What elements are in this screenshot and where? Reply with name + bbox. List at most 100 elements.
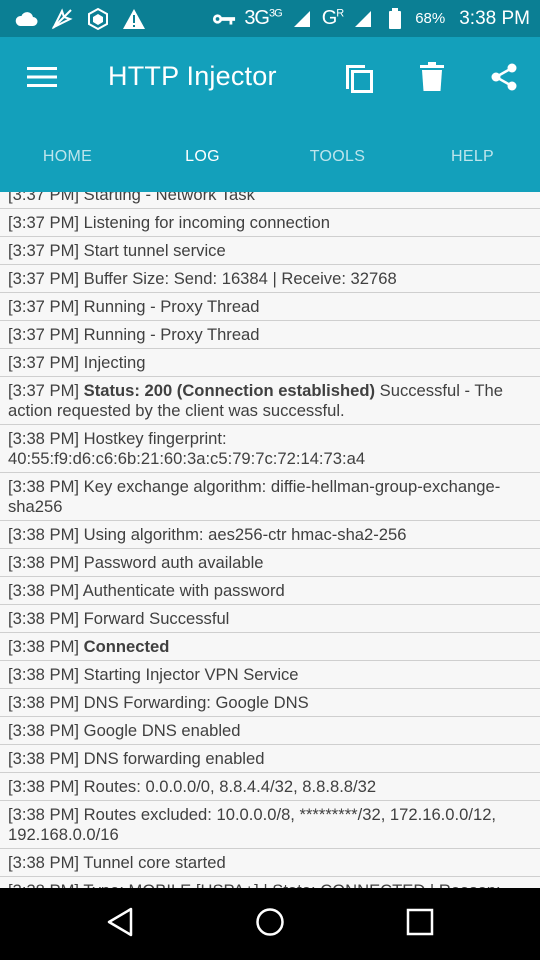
log-timestamp: [3:37 PM] xyxy=(8,381,80,400)
log-entry: [3:37 PM] Buffer Size: Send: 16384 | Rec… xyxy=(0,265,540,293)
log-message: DNS forwarding enabled xyxy=(83,749,265,768)
app-title: HTTP Injector xyxy=(108,61,277,91)
log-timestamp: [3:38 PM] xyxy=(8,429,80,448)
log-entry: [3:38 PM] Authenticate with password xyxy=(0,577,540,605)
log-timestamp: [3:38 PM] xyxy=(8,693,80,712)
log-entry: [3:38 PM] DNS Forwarding: Google DNS xyxy=(0,689,540,717)
status-system-info: 3G3G GR 68% 3:38 PM xyxy=(212,7,530,31)
log-list: [3:37 PM] Starting - Network Task [3:37 P… xyxy=(0,192,540,888)
log-entry: [3:37 PM] Running - Proxy Thread xyxy=(0,321,540,349)
tab-help[interactable]: HELP xyxy=(405,121,540,192)
log-message: Routes: 0.0.0.0/0, 8.8.4.4/32, 8.8.8.8/3… xyxy=(83,777,377,796)
log-entry: [3:37 PM] Starting - Network Task xyxy=(0,192,540,209)
delete-button[interactable] xyxy=(414,61,450,97)
log-message: Type: MOBILE [HSPA+] | State: CONNECTED … xyxy=(8,881,500,888)
log-message: Running - Proxy Thread xyxy=(83,297,260,316)
cloud-icon xyxy=(14,7,38,31)
log-entry: [3:38 PM] Forward Successful xyxy=(0,605,540,633)
app-bar: HTTP Injector xyxy=(0,37,540,121)
status-bar: 3G3G GR 68% 3:38 PM xyxy=(0,0,540,37)
signal-icon xyxy=(290,7,314,31)
log-entry: [3:38 PM] Routes: 0.0.0.0/0, 8.8.4.4/32,… xyxy=(0,773,540,801)
log-message: Buffer Size: Send: 16384 | Receive: 3276… xyxy=(83,269,397,288)
clock: 3:38 PM xyxy=(459,7,530,29)
network-type-3g: 3G3G xyxy=(244,7,282,29)
log-entry: [3:37 PM] Running - Proxy Thread xyxy=(0,293,540,321)
menu-icon xyxy=(27,66,57,92)
log-entry: [3:38 PM] Type: MOBILE [HSPA+] | State: … xyxy=(0,877,540,888)
log-message: Tunnel core started xyxy=(83,853,226,872)
copy-button[interactable] xyxy=(341,61,377,97)
log-timestamp: [3:37 PM] xyxy=(8,297,80,316)
key-icon xyxy=(212,7,236,31)
log-timestamp: [3:37 PM] xyxy=(8,269,80,288)
log-timestamp: [3:38 PM] xyxy=(8,777,80,796)
share-button[interactable] xyxy=(486,61,522,97)
log-timestamp: [3:38 PM] xyxy=(8,637,80,656)
log-entry: [3:38 PM] Starting Injector VPN Service xyxy=(0,661,540,689)
log-message: Listening for incoming connection xyxy=(83,213,330,232)
log-message: DNS Forwarding: Google DNS xyxy=(83,693,309,712)
log-timestamp: [3:38 PM] xyxy=(8,609,80,628)
log-message: Starting - Network Task xyxy=(83,192,255,204)
tab-home[interactable]: HOME xyxy=(0,121,135,192)
navigation-bar xyxy=(0,888,540,960)
log-timestamp: [3:38 PM] xyxy=(8,553,80,572)
log-timestamp: [3:38 PM] xyxy=(8,581,80,600)
home-button[interactable] xyxy=(254,908,286,940)
log-entry: [3:38 PM] Hostkey fingerprint: 40:55:f9:… xyxy=(0,425,540,473)
back-icon xyxy=(106,907,134,941)
log-message: Google DNS enabled xyxy=(83,721,241,740)
back-button[interactable] xyxy=(104,907,136,941)
log-timestamp: [3:38 PM] xyxy=(8,881,79,888)
log-status-emphasis: Status: 200 (Connection established) xyxy=(83,381,376,400)
log-timestamp: [3:38 PM] xyxy=(8,805,80,824)
recents-button[interactable] xyxy=(404,908,436,940)
log-timestamp: [3:38 PM] xyxy=(8,525,80,544)
log-timestamp: [3:38 PM] xyxy=(8,853,80,872)
log-entry: [3:37 PM] Listening for incoming connect… xyxy=(0,209,540,237)
shield-cube-icon xyxy=(86,7,110,31)
delete-icon xyxy=(420,62,444,96)
home-icon xyxy=(255,907,285,941)
log-message: Routes excluded: 10.0.0.0/8, *********/3… xyxy=(8,805,497,844)
warning-icon xyxy=(122,7,146,31)
tab-tools[interactable]: TOOLS xyxy=(270,121,405,192)
log-timestamp: [3:37 PM] xyxy=(8,241,80,260)
log-entry: [3:38 PM] Connected xyxy=(0,633,540,661)
battery-percentage: 68% xyxy=(415,10,446,27)
tab-log[interactable]: LOG xyxy=(135,121,270,192)
network-type-g: GR xyxy=(321,7,345,29)
log-entry: [3:38 PM] Key exchange algorithm: diffie… xyxy=(0,473,540,521)
log-entry: [3:37 PM] Start tunnel service xyxy=(0,237,540,265)
log-timestamp: [3:38 PM] xyxy=(8,721,80,740)
menu-button[interactable] xyxy=(26,63,58,95)
log-message: Key exchange algorithm: diffie-hellman-g… xyxy=(8,477,501,516)
log-message: Password auth available xyxy=(83,553,264,572)
log-entry: [3:37 PM] Status: 200 (Connection establ… xyxy=(0,377,540,425)
log-message: Authenticate with password xyxy=(82,581,285,600)
copy-icon xyxy=(343,60,375,98)
log-status-emphasis: Connected xyxy=(83,637,170,656)
log-timestamp: [3:37 PM] xyxy=(8,213,80,232)
log-entry: [3:38 PM] Routes excluded: 10.0.0.0/8, *… xyxy=(0,801,540,849)
log-message: Start tunnel service xyxy=(83,241,226,260)
log-message: Using algorithm: aes256-ctr hmac-sha2-25… xyxy=(83,525,407,544)
log-message: Injecting xyxy=(83,353,146,372)
log-timestamp: [3:38 PM] xyxy=(8,477,80,496)
log-timestamp: [3:38 PM] xyxy=(8,749,80,768)
share-icon xyxy=(489,62,519,96)
battery-icon xyxy=(383,7,407,31)
log-entry: [3:37 PM] Injecting xyxy=(0,349,540,377)
log-panel[interactable]: [3:37 PM] Starting - Network Task [3:37 P… xyxy=(0,192,540,888)
log-entry: [3:38 PM] Using algorithm: aes256-ctr hm… xyxy=(0,521,540,549)
log-message: Starting Injector VPN Service xyxy=(83,665,299,684)
log-timestamp: [3:37 PM] xyxy=(8,325,80,344)
recents-icon xyxy=(406,908,434,940)
log-timestamp: [3:37 PM] xyxy=(8,192,80,204)
log-entry: [3:38 PM] Google DNS enabled xyxy=(0,717,540,745)
status-notification-icons xyxy=(14,7,146,31)
log-timestamp: [3:38 PM] xyxy=(8,665,80,684)
tab-bar: HOME LOG TOOLS HELP xyxy=(0,121,540,192)
log-message: Forward Successful xyxy=(83,609,230,628)
